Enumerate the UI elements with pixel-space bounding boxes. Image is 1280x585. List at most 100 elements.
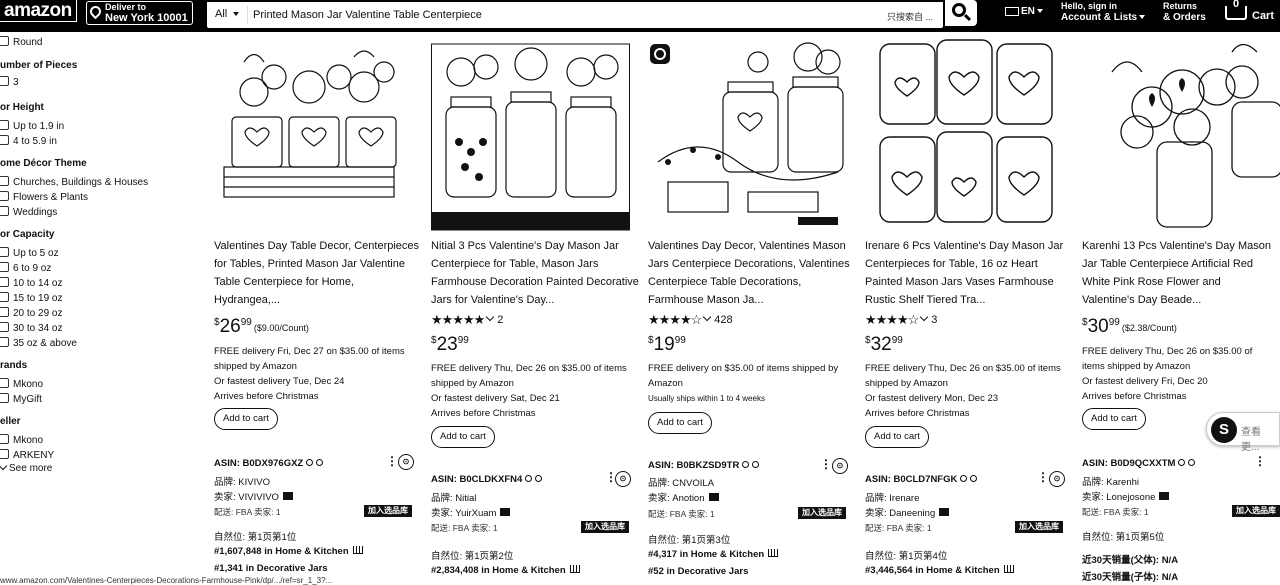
checkbox[interactable]	[0, 277, 9, 287]
product-rating[interactable]: ★★★★☆ 428	[648, 312, 733, 327]
checkbox[interactable]	[0, 135, 9, 145]
checkbox[interactable]	[0, 191, 9, 201]
checkbox[interactable]	[0, 247, 9, 257]
see-more-link[interactable]: See more	[0, 461, 52, 474]
plugin-icon[interactable]: ⊙	[1049, 471, 1065, 487]
product-card: Karenhi 13 Pcs Valentine's Day Mason Jar…	[1082, 32, 1280, 585]
product-rating[interactable]: ★★★★☆ 3	[865, 312, 938, 327]
checkbox[interactable]	[0, 262, 9, 272]
add-to-cart-button[interactable]: Add to cart	[214, 408, 278, 430]
filter-theme-item[interactable]: Weddings	[0, 206, 57, 218]
filter-height-item[interactable]: 4 to 5.9 in	[0, 135, 57, 147]
plugin-icon[interactable]: ⊙	[398, 454, 414, 470]
search-icon[interactable]	[1188, 459, 1196, 466]
add-to-library-button[interactable]: 加入选品库	[364, 505, 412, 517]
filter-capacity-item[interactable]: 20 to 29 oz	[0, 307, 62, 319]
filter-theme-item[interactable]: Churches, Buildings & Houses	[0, 176, 148, 188]
bsr-rank: #1,607,848 in Home & Kitchen	[214, 546, 363, 557]
language-selector[interactable]: EN	[1005, 6, 1043, 17]
amazon-logo[interactable]: amazon	[0, 0, 77, 22]
search-category-dropdown[interactable]: All	[215, 8, 239, 20]
search-input[interactable]	[253, 5, 873, 25]
filter-height-item[interactable]: Up to 1.9 in	[0, 120, 64, 132]
copy-icon[interactable]	[960, 475, 968, 482]
checkbox[interactable]	[0, 307, 9, 317]
copy-icon[interactable]	[525, 475, 533, 482]
search-button[interactable]	[945, 0, 977, 26]
returns-orders-link[interactable]: Returns & Orders	[1163, 1, 1206, 23]
account-menu[interactable]: Hello, sign in Account & Lists	[1061, 1, 1146, 23]
product-image[interactable]	[648, 32, 860, 232]
search-icon[interactable]	[316, 459, 324, 466]
brand-row: 品牌: CNVOILA	[648, 478, 714, 489]
checkbox[interactable]	[0, 434, 9, 444]
deliver-to-location[interactable]: Deliver to New York 10001	[86, 1, 193, 25]
more-options-icon[interactable]: ⋮	[820, 457, 832, 471]
search-icon[interactable]	[970, 475, 978, 482]
chart-icon[interactable]	[352, 546, 363, 554]
product-image[interactable]	[214, 32, 426, 232]
product-image[interactable]	[431, 32, 643, 232]
copy-icon[interactable]	[742, 461, 750, 468]
checkbox[interactable]	[0, 76, 9, 86]
more-options-icon[interactable]: ⋮	[1254, 454, 1266, 468]
chart-icon[interactable]	[1003, 565, 1014, 573]
add-to-cart-button[interactable]: Add to cart	[865, 426, 929, 448]
checkbox[interactable]	[0, 176, 9, 186]
search-icon[interactable]	[752, 461, 760, 468]
add-to-library-button[interactable]: 加入选品库	[1015, 521, 1063, 533]
plugin-icon[interactable]: ⊙	[832, 458, 848, 474]
add-to-library-button[interactable]: 加入选品库	[581, 521, 629, 533]
extension-floating-widget[interactable]: S 查看更...	[1206, 412, 1280, 453]
rating-count: 3	[931, 314, 938, 326]
product-image[interactable]	[1082, 32, 1280, 232]
copy-icon[interactable]	[306, 459, 314, 466]
checkbox[interactable]	[0, 322, 9, 332]
filter-pieces-3[interactable]: 3	[0, 76, 19, 88]
product-rating[interactable]: ★★★★★ 2	[431, 312, 503, 327]
filter-brand-item[interactable]: Mkono	[0, 378, 43, 390]
filter-seller-item[interactable]: Mkono	[0, 434, 43, 446]
product-title[interactable]: Irenare 6 Pcs Valentine's Day Mason Jar …	[865, 237, 1073, 309]
filter-capacity-item[interactable]: 35 oz & above	[0, 337, 77, 349]
product-title[interactable]: Karenhi 13 Pcs Valentine's Day Mason Jar…	[1082, 237, 1274, 309]
checkbox[interactable]	[0, 393, 9, 403]
product-title[interactable]: Valentines Day Table Decor, Centerpieces…	[214, 237, 422, 309]
chart-icon[interactable]	[768, 549, 779, 557]
checkbox[interactable]	[0, 36, 9, 46]
add-to-library-button[interactable]: 加入选品库	[798, 507, 846, 519]
more-options-icon[interactable]: ⋮	[1037, 470, 1049, 484]
filter-capacity-item[interactable]: 10 to 14 oz	[0, 277, 62, 289]
filter-shape-round[interactable]: Round	[0, 36, 42, 48]
checkbox[interactable]	[0, 337, 9, 347]
chart-icon[interactable]	[569, 565, 580, 573]
product-title[interactable]: Nitial 3 Pcs Valentine's Day Mason Jar C…	[431, 237, 639, 309]
add-to-cart-button[interactable]: Add to cart	[648, 412, 712, 434]
asin: ASIN: B0CLDKXFN4	[431, 474, 543, 485]
product-price: $3299	[865, 334, 903, 355]
filter-capacity-item[interactable]: 15 to 19 oz	[0, 292, 62, 304]
filter-theme-item[interactable]: Flowers & Plants	[0, 191, 88, 203]
product-title[interactable]: Valentines Day Decor, Valentines Mason J…	[648, 237, 856, 309]
checkbox[interactable]	[0, 206, 9, 216]
add-to-cart-button[interactable]: Add to cart	[431, 426, 495, 448]
add-to-library-button[interactable]: 加入选品库	[1232, 505, 1280, 517]
checkbox[interactable]	[0, 378, 9, 388]
filter-capacity-item[interactable]: 6 to 9 oz	[0, 262, 51, 274]
checkbox[interactable]	[0, 292, 9, 302]
search-icon[interactable]	[535, 475, 543, 482]
fba-row: 配送: FBA 卖家: 1	[1082, 507, 1149, 517]
plugin-icon[interactable]: ⊙	[615, 471, 631, 487]
add-to-cart-button[interactable]: Add to cart	[1082, 408, 1146, 430]
product-image[interactable]	[865, 32, 1077, 232]
filter-seller-item[interactable]: ARKENY	[0, 449, 54, 461]
cart-button[interactable]: 0 Cart	[1222, 0, 1280, 28]
filter-brand-item[interactable]: MyGift	[0, 393, 42, 405]
more-options-icon[interactable]: ⋮	[386, 454, 398, 468]
checkbox[interactable]	[0, 449, 9, 459]
copy-icon[interactable]	[1178, 459, 1186, 466]
seller-row: 卖家: YuirXuam	[431, 505, 511, 519]
filter-capacity-item[interactable]: 30 to 34 oz	[0, 322, 62, 334]
filter-capacity-item[interactable]: Up to 5 oz	[0, 247, 59, 259]
checkbox[interactable]	[0, 120, 9, 130]
